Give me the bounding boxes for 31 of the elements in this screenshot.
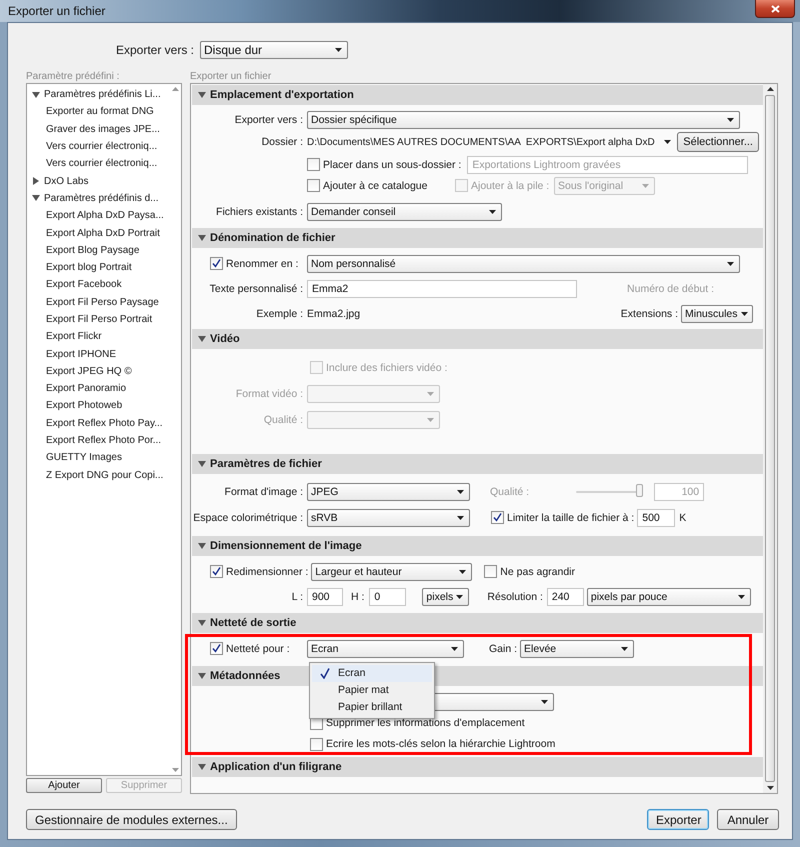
field-label: Exporter vers : — [234, 114, 304, 126]
field-label: Texte personnalisé : — [208, 282, 304, 294]
section-caption: Paramètre prédéfini : — [26, 71, 120, 83]
folder-path: D:\Documents\MES AUTRES DOCUMENTS\AA EXPORTS\Export alpha DxD — [307, 136, 656, 148]
field-label: Extensions : — [620, 308, 678, 320]
field-label: L : — [290, 590, 304, 602]
section-title: Netteté de sortie — [210, 617, 296, 629]
section-title: Métadonnées — [210, 670, 280, 682]
unit-label: K — [679, 512, 686, 524]
section-title: Application d'un filigrane — [210, 761, 342, 773]
field-label: Numéro de début : — [626, 282, 715, 294]
field-label: Format d'image : — [224, 486, 304, 498]
field-label: Qualité : — [490, 486, 530, 498]
section-title: Vidéo — [210, 333, 240, 345]
field-label: Gain : — [489, 642, 518, 654]
section-title: Paramètres de fichier — [210, 458, 322, 470]
section-title: Dimensionnement de l'image — [210, 540, 362, 552]
section-caption: Exporter un fichier — [190, 71, 272, 83]
field-label: Résolution : — [487, 590, 543, 602]
field-label: H : — [351, 590, 364, 602]
field-label: Format vidéo : — [234, 388, 304, 400]
window-title: Exporter un fichier — [7, 4, 106, 18]
field-label: Exporter vers : — [114, 43, 195, 57]
field-label: Fichiers existants : — [215, 206, 304, 218]
example-filename: Emma2.jpg — [307, 308, 362, 320]
field-label: Espace colorimétrique : — [192, 512, 304, 524]
field-label: Dossier : — [260, 136, 304, 148]
section-title: Dénomination de fichier — [210, 232, 336, 244]
field-label: Exemple : — [255, 308, 304, 320]
section-title: Emplacement d'exportation — [210, 89, 354, 101]
field-label: Qualité : — [262, 414, 304, 426]
